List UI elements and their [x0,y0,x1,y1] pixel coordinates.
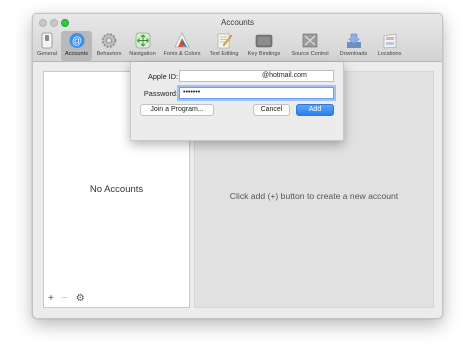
window-title: Accounts [221,18,254,27]
toolbar-item-general[interactable]: General [34,31,60,61]
list-controls: + − ⚙ [48,293,85,305]
svg-text:A: A [181,41,186,47]
color-palette-icon: A [174,32,190,48]
toolbar-item-behaviors[interactable]: Behaviors [93,31,125,61]
toolbar-item-key-bindings[interactable]: Key Bindings [244,31,284,61]
toolbar: Accounts General @ Accounts Behaviors Na… [33,14,442,62]
toolbar-item-label: Text Editing [209,51,239,57]
text-editing-icon [217,33,233,49]
toolbar-item-label: Key Bindings [247,51,281,57]
toolbar-item-source-control[interactable]: Source Control [286,31,334,61]
toolbar-item-label: General [37,51,57,57]
gear-icon [101,33,117,48]
toolbar-item-downloads[interactable]: Downloads [335,31,372,61]
svg-text:@: @ [71,36,81,47]
keyboard-icon [255,34,273,48]
toolbar-item-label: Locations [377,51,402,57]
toolbar-item-label: Behaviors [96,51,122,57]
settings-gear-icon[interactable]: ⚙ [76,294,85,304]
source-control-icon [302,33,318,48]
password-label: Password: [143,89,178,98]
preferences-window: Accounts General @ Accounts Behaviors Na… [32,13,443,319]
password-field[interactable]: ••••••• [179,87,334,99]
toolbar-item-label: Accounts [64,51,88,57]
toolbar-item-accounts[interactable]: @ Accounts [61,31,92,61]
toolbar-item-label: Downloads [339,51,368,57]
toolbar-item-fonts-colors[interactable]: A Fonts & Colors [160,31,204,61]
downloads-icon [346,33,361,48]
toolbar-item-navigation[interactable]: Navigation [126,31,159,61]
sign-in-sheet: Apple ID: @hotmail.com Password: •••••••… [130,62,344,141]
password-value: ••••••• [183,89,201,96]
apple-id-label: Apple ID: [147,72,178,81]
toolbar-item-label: Source Control [291,51,329,57]
toolbar-item-text-editing[interactable]: Text Editing [205,31,243,61]
cancel-button[interactable]: Cancel [253,104,290,116]
empty-detail-hint: Click add (+) button to create a new acc… [229,191,399,201]
add-account-button[interactable]: + [48,294,54,304]
toolbar-item-label: Navigation [129,51,156,57]
add-button[interactable]: Add [296,104,334,116]
toolbar-item-locations[interactable]: Locations [373,31,406,61]
join-program-button[interactable]: Join a Program... [140,104,214,116]
navigation-arrows-icon [135,32,150,49]
switch-icon [41,32,53,49]
remove-account-button[interactable]: − [62,294,68,304]
apple-id-value: @hotmail.com [262,72,307,79]
locations-icon [383,33,396,49]
toolbar-item-label: Fonts & Colors [163,51,201,57]
empty-state-label: No Accounts [89,184,144,195]
apple-id-field[interactable]: @hotmail.com [179,70,334,82]
at-sign-icon: @ [69,33,84,48]
